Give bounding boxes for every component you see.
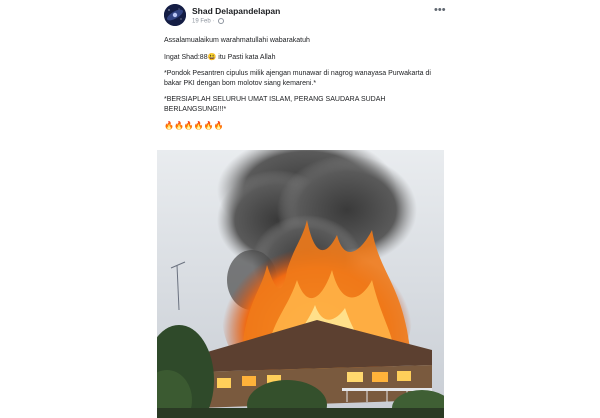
- post-line-news: *Pondok Pesantren cipulus milik ajengan …: [164, 70, 431, 87]
- reminder-start: Ingat Shad:88: [164, 53, 208, 61]
- reminder-end: itu Pasti kata Allah: [218, 53, 276, 61]
- post-line-call: *BERSIAPLAH SELURUH UMAT ISLAM, PERANG S…: [164, 96, 386, 113]
- meta-separator: ·: [212, 18, 215, 25]
- avatar-image: [164, 4, 186, 26]
- post-date[interactable]: 19 Feb: [192, 19, 211, 25]
- fire-emoji-row: 🔥🔥🔥🔥🔥🔥: [164, 121, 224, 130]
- post-text: Assalamualaikum warahmatullahi wabarakat…: [164, 36, 434, 138]
- burning-building-image: [157, 150, 444, 418]
- screenshot-page: Shad Delapandelapan 19 Feb · ••• Assalam…: [0, 0, 600, 418]
- post-header: Shad Delapandelapan 19 Feb · •••: [164, 4, 446, 28]
- author-avatar[interactable]: [164, 4, 186, 26]
- post-meta: 19 Feb ·: [192, 18, 225, 25]
- author-name[interactable]: Shad Delapandelapan: [192, 6, 280, 16]
- globe-icon: [218, 18, 225, 24]
- more-options-icon[interactable]: •••: [434, 4, 446, 16]
- facebook-post: Shad Delapandelapan 19 Feb · ••• Assalam…: [150, 0, 446, 418]
- post-line-reminder: Ingat Shad:88😃 itu Pasti kata Allah: [164, 53, 434, 63]
- post-line-greeting: Assalamualaikum warahmatullahi wabarakat…: [164, 37, 310, 44]
- smile-emoji: 😃: [207, 53, 217, 61]
- post-photo[interactable]: [157, 150, 444, 418]
